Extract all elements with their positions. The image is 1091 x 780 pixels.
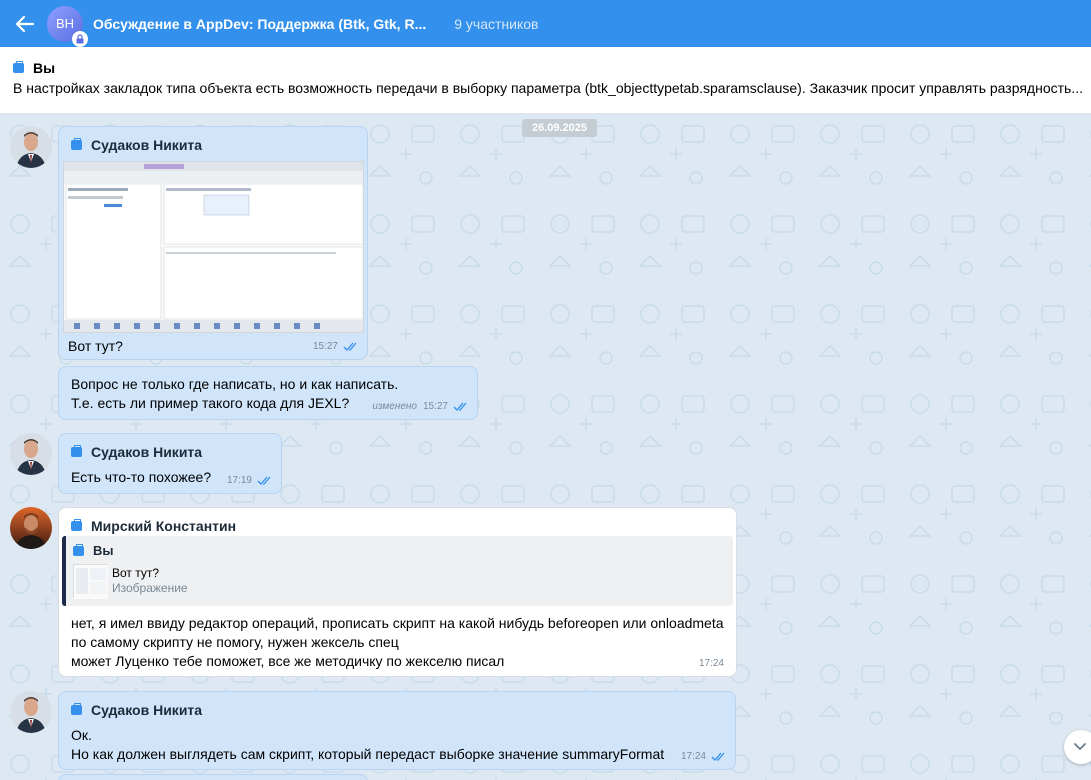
reply-sender-name: Вы xyxy=(93,543,114,558)
message-bubble[interactable] xyxy=(58,774,368,780)
message-bubble[interactable]: Мирский Константин Вы Вот тут? Изображен… xyxy=(58,507,737,677)
sender-name: Мирский Константин xyxy=(91,518,237,534)
lock-icon xyxy=(72,30,88,47)
reply-image-thumbnail xyxy=(73,564,108,599)
message-sender[interactable]: Судаков Никита xyxy=(71,702,202,718)
reply-preview[interactable]: Вы Вот тут? Изображение xyxy=(62,536,733,606)
sender-name: Судаков Никита xyxy=(91,137,203,153)
chat-title[interactable]: Обсуждение в AppDev: Поддержка (Btk, Gtk… xyxy=(93,16,426,32)
pinned-sender: Вы xyxy=(13,60,1091,76)
briefcase-icon xyxy=(71,138,82,150)
group-avatar[interactable]: ВН xyxy=(47,5,88,47)
message-text: Вот тут? xyxy=(68,338,123,354)
sender-name: Судаков Никита xyxy=(91,702,203,718)
briefcase-icon xyxy=(73,543,84,556)
reply-text: Вот тут? xyxy=(112,566,160,580)
members-count[interactable]: 9 участников xyxy=(454,16,538,32)
message-time: 17:19 xyxy=(226,475,252,486)
double-check-icon xyxy=(257,476,271,485)
message-text: Есть что-то похожее? xyxy=(71,469,212,485)
briefcase-icon xyxy=(13,61,24,73)
double-check-icon xyxy=(343,342,357,351)
chat-area: 26.09.2025 Судаков Никита Вот тут? 15:27… xyxy=(0,114,1091,780)
double-check-icon xyxy=(711,752,725,761)
message-sender[interactable]: Мирский Константин xyxy=(71,518,236,534)
message-text: Ок. Но как должен выглядеть сам скрипт, … xyxy=(71,726,664,764)
double-check-icon xyxy=(453,402,467,411)
avatar[interactable] xyxy=(10,691,52,733)
message-time: 17:24 xyxy=(680,751,706,762)
back-button[interactable] xyxy=(0,0,50,47)
message-sender[interactable]: Судаков Никита xyxy=(71,137,202,153)
message-bubble[interactable]: Судаков Никита Ок. Но как должен выгляде… xyxy=(58,691,736,770)
message-meta: 17:24 xyxy=(699,658,724,669)
message-line: Но как должен выглядеть сам скрипт, кото… xyxy=(71,746,665,762)
message-meta: 17:24 xyxy=(681,751,727,762)
message-bubble[interactable]: Судаков Никита Есть что-то похожее? 17:1… xyxy=(58,433,282,494)
message-line: нет, я имел ввиду редактор операций, про… xyxy=(71,615,724,631)
message-meta: 15:27 xyxy=(313,341,359,352)
message-time: 17:24 xyxy=(698,658,724,669)
message-sender[interactable]: Судаков Никита xyxy=(71,444,202,460)
briefcase-icon xyxy=(71,519,82,531)
message-text: нет, я имел ввиду редактор операций, про… xyxy=(71,614,724,671)
message-time: 15:27 xyxy=(422,401,448,412)
sender-name: Судаков Никита xyxy=(91,444,203,460)
chat-header: ВН Обсуждение в AppDev: Поддержка (Btk, … xyxy=(0,0,1091,47)
group-avatar-initials: ВН xyxy=(55,16,75,31)
pinned-message[interactable]: Вы В настройках закладок типа объекта ес… xyxy=(0,47,1091,114)
avatar[interactable] xyxy=(10,507,52,549)
image-attachment[interactable] xyxy=(63,161,364,333)
message-line: Т.е. есть ли пример такого кода для JEXL… xyxy=(71,395,350,411)
message-meta: изменено 15:27 xyxy=(372,401,469,412)
date-separator: 26.09.2025 xyxy=(522,119,597,137)
message-time: 15:27 xyxy=(312,341,338,352)
briefcase-icon xyxy=(71,703,82,715)
message-bubble[interactable]: Судаков Никита Вот тут? 15:27 xyxy=(58,126,368,360)
message-meta: 17:19 xyxy=(227,475,273,486)
message-line: по самому скрипту не помогу, нужен жексе… xyxy=(71,634,399,650)
pinned-text: В настройках закладок типа объекта есть … xyxy=(13,80,1083,96)
message-text: Вопрос не только где написать, но и как … xyxy=(71,375,398,413)
briefcase-icon xyxy=(71,445,82,457)
arrow-left-icon xyxy=(15,15,35,32)
message-line: Ок. xyxy=(71,727,92,743)
avatar[interactable] xyxy=(10,433,52,475)
edited-label: изменено xyxy=(372,401,417,412)
chevron-down-icon xyxy=(1074,743,1086,751)
message-bubble[interactable]: Вопрос не только где написать, но и как … xyxy=(58,366,478,420)
message-line: Вопрос не только где написать, но и как … xyxy=(71,376,399,392)
pinned-sender-name: Вы xyxy=(33,60,56,76)
reply-subtext: Изображение xyxy=(112,581,188,595)
reply-sender: Вы xyxy=(73,543,114,558)
message-line: может Луценко тебе поможет, все же метод… xyxy=(71,653,505,669)
scroll-down-button[interactable] xyxy=(1064,730,1091,764)
screenshot-thumbnail xyxy=(64,162,363,332)
avatar[interactable] xyxy=(10,126,52,168)
